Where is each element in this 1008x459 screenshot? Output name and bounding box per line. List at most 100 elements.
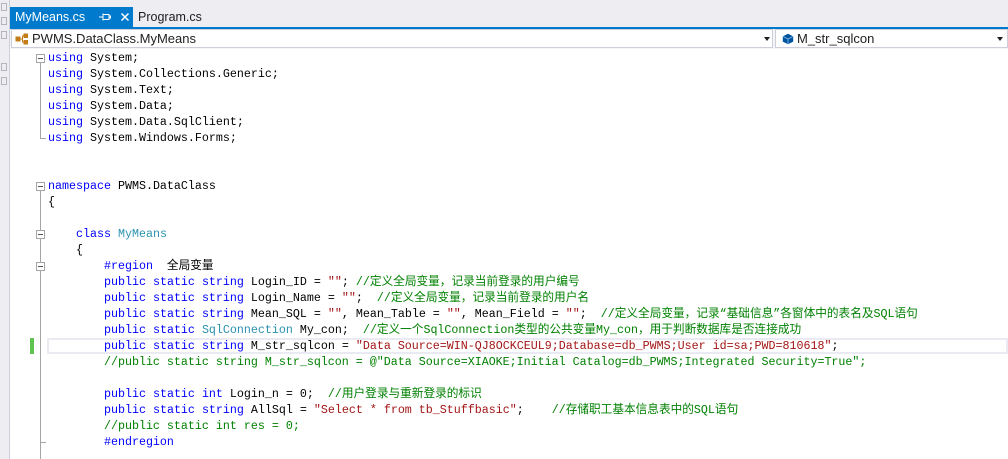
code-line[interactable]: using System.Data.SqlClient; bbox=[10, 114, 1008, 130]
code-token-code-text bbox=[146, 307, 153, 321]
tab-program-cs[interactable]: Program.cs bbox=[133, 7, 211, 27]
code-token-keyword: public bbox=[103, 307, 146, 321]
code-token-comment: //public static int res = 0; bbox=[103, 419, 300, 433]
chevron-down-icon[interactable] bbox=[997, 37, 1003, 41]
toolwindow-side-tab[interactable] bbox=[0, 2, 9, 42]
code-line-text: class MyMeans bbox=[48, 226, 167, 242]
code-line[interactable]: //public static int res = 0; bbox=[10, 418, 1008, 434]
field-icon bbox=[782, 33, 794, 45]
outline-guide-line bbox=[40, 314, 41, 322]
code-token-code-text: , Mean_Table = bbox=[341, 307, 447, 321]
side-tab-glyph bbox=[1, 17, 7, 25]
code-line[interactable] bbox=[10, 162, 1008, 178]
code-line-text: public static string Mean_SQL = "", Mean… bbox=[48, 306, 918, 322]
code-line[interactable]: //public static string M_str_sqlcon = @"… bbox=[10, 354, 1008, 370]
code-token-string-literal: "" bbox=[327, 275, 342, 289]
code-token-code-text bbox=[48, 275, 104, 289]
code-line[interactable]: public static SqlConnection My_con; //定义… bbox=[10, 322, 1008, 338]
code-line[interactable]: using System.Text; bbox=[10, 82, 1008, 98]
code-line[interactable] bbox=[10, 146, 1008, 162]
outline-guide-line bbox=[40, 442, 41, 450]
code-token-keyword: int bbox=[201, 387, 223, 401]
side-tab-glyph bbox=[1, 31, 7, 39]
code-token-code-text: System.Data; bbox=[82, 99, 174, 113]
code-line[interactable]: { bbox=[10, 194, 1008, 210]
code-token-code-text: ; bbox=[341, 275, 356, 289]
code-token-keyword: using bbox=[48, 131, 83, 145]
code-token-code-text: { bbox=[48, 195, 55, 209]
code-line[interactable]: using System.Data; bbox=[10, 98, 1008, 114]
code-token-keyword: using bbox=[48, 51, 83, 65]
code-token-code-text: System.Windows.Forms; bbox=[82, 131, 237, 145]
collapse-toggle-icon[interactable] bbox=[36, 230, 45, 239]
collapse-toggle-icon[interactable] bbox=[36, 182, 45, 191]
pin-icon[interactable] bbox=[99, 13, 111, 21]
code-token-keyword: public bbox=[103, 291, 146, 305]
collapse-toggle-icon[interactable] bbox=[36, 262, 45, 271]
code-token-code-text bbox=[48, 323, 104, 337]
code-line[interactable]: namespace PWMS.DataClass bbox=[10, 178, 1008, 194]
code-token-code-text: ; bbox=[355, 291, 377, 305]
code-line[interactable]: { bbox=[10, 242, 1008, 258]
code-token-code-text: System.Data.SqlClient; bbox=[82, 115, 244, 129]
code-line[interactable]: public static string Login_Name = ""; //… bbox=[10, 290, 1008, 306]
code-token-code-text: { bbox=[48, 243, 83, 257]
member-dropdown[interactable]: M_str_sqlcon bbox=[775, 29, 1008, 48]
change-indicator bbox=[30, 338, 34, 354]
code-lines: using System; using System.Collections.Ge… bbox=[10, 50, 1008, 459]
code-line[interactable]: #region 全局变量 bbox=[10, 258, 1008, 274]
code-editor[interactable]: using System; using System.Collections.Ge… bbox=[10, 49, 1008, 459]
code-token-code-text bbox=[48, 355, 104, 369]
code-token-keyword: namespace bbox=[48, 179, 111, 193]
outline-guide-line bbox=[40, 410, 41, 418]
code-line[interactable]: public static string Login_ID = ""; //定义… bbox=[10, 274, 1008, 290]
chevron-down-icon[interactable] bbox=[764, 37, 770, 41]
code-token-type-name: MyMeans bbox=[117, 227, 167, 241]
code-token-keyword: string bbox=[201, 291, 244, 305]
navigation-bar: PWMS.DataClass.MyMeans M_str_sqlcon bbox=[10, 29, 1008, 49]
code-token-code-text bbox=[146, 403, 153, 417]
code-line[interactable] bbox=[10, 210, 1008, 226]
outline-guide-line bbox=[40, 106, 41, 114]
code-token-code-text: System.Collections.Generic; bbox=[82, 67, 279, 81]
code-token-code-text bbox=[111, 227, 118, 241]
outline-guide-line bbox=[40, 202, 41, 210]
code-line[interactable] bbox=[10, 450, 1008, 459]
tab-mymeans-cs[interactable]: MyMeans.cs bbox=[10, 7, 133, 27]
code-line[interactable]: #endregion bbox=[10, 434, 1008, 450]
outline-guide-line bbox=[40, 122, 41, 130]
code-line[interactable] bbox=[10, 370, 1008, 386]
code-token-code-text bbox=[48, 435, 104, 449]
code-token-keyword: static bbox=[152, 291, 195, 305]
close-icon[interactable] bbox=[120, 12, 130, 22]
outline-guide-line bbox=[40, 298, 41, 306]
outline-guide-line bbox=[40, 282, 41, 290]
code-line[interactable]: using System; bbox=[10, 50, 1008, 66]
document-tab-strip: MyMeans.cs Program.cs bbox=[10, 0, 1008, 27]
side-tab-glyph bbox=[1, 63, 7, 71]
code-token-code-text bbox=[195, 323, 202, 337]
code-token-keyword: using bbox=[48, 67, 83, 81]
current-code-line[interactable]: public static string M_str_sqlcon = "Dat… bbox=[10, 338, 1008, 354]
code-token-keyword: public bbox=[103, 323, 146, 337]
code-line[interactable]: public static string AllSql = "Select * … bbox=[10, 402, 1008, 418]
code-line[interactable]: public static string Mean_SQL = "", Mean… bbox=[10, 306, 1008, 322]
code-token-code-text: ; bbox=[831, 339, 839, 353]
code-token-string-literal: "" bbox=[565, 307, 580, 321]
code-token-code-text: M_str_sqlcon = bbox=[243, 339, 356, 353]
collapse-toggle-icon[interactable] bbox=[36, 54, 45, 63]
outline-guide-line bbox=[40, 74, 41, 82]
code-line-text: using System.Collections.Generic; bbox=[48, 66, 279, 82]
code-line[interactable]: public static int Login_n = 0; //用户登录与重新… bbox=[10, 386, 1008, 402]
type-dropdown[interactable]: PWMS.DataClass.MyMeans bbox=[11, 29, 773, 48]
side-tab-glyph bbox=[1, 3, 7, 11]
toolwindow-side-tab[interactable] bbox=[0, 62, 9, 90]
code-line[interactable]: class MyMeans bbox=[10, 226, 1008, 242]
code-line-text: //public static int res = 0; bbox=[48, 418, 300, 434]
code-token-code-text: Login_ID = bbox=[243, 275, 328, 289]
code-token-comment: //定义全局变量，记录“基础信息”各窗体中的表名及SQL语句 bbox=[600, 307, 918, 321]
code-line[interactable]: using System.Windows.Forms; bbox=[10, 130, 1008, 146]
code-line[interactable]: using System.Collections.Generic; bbox=[10, 66, 1008, 82]
code-token-comment: //用户登录与重新登录的标识 bbox=[327, 387, 482, 401]
code-token-code-text: ; bbox=[579, 307, 601, 321]
